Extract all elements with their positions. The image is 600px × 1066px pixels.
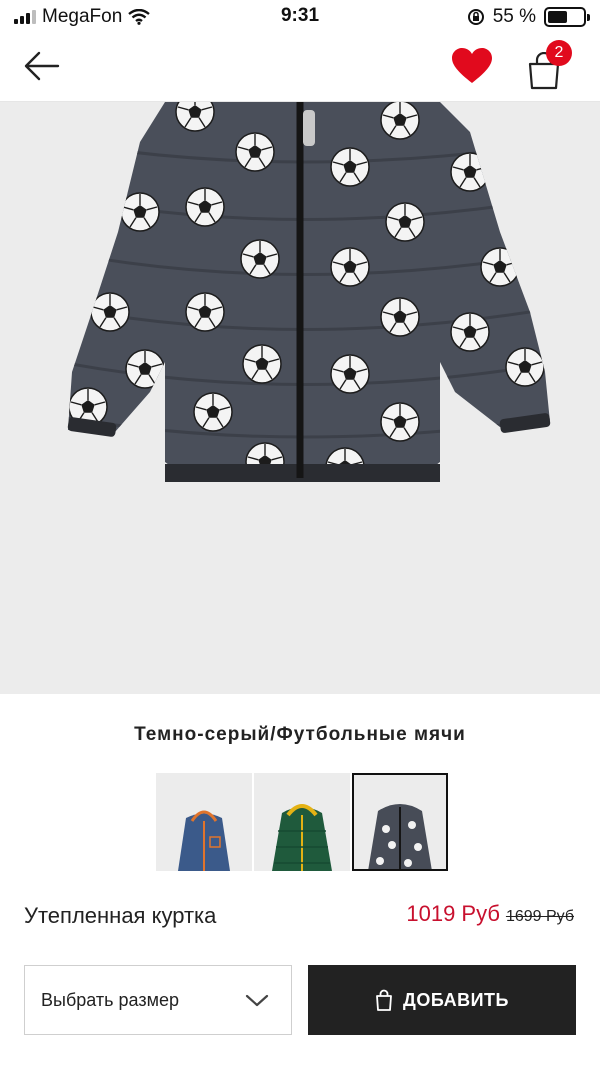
swatch-darkgrey-jacket <box>352 773 448 871</box>
arrow-left-icon <box>24 51 60 81</box>
swatch-green[interactable] <box>254 773 350 871</box>
swatch-green-jacket <box>254 773 350 871</box>
color-name: Темно-серый/Футбольные мячи <box>134 724 466 745</box>
size-select-label: Выбрать размер <box>41 990 179 1010</box>
nav-bar: 2 <box>0 36 600 102</box>
chevron-down-icon <box>245 994 269 1007</box>
old-price: 1699 Руб <box>505 908 574 925</box>
heart-icon <box>452 48 492 83</box>
back-button[interactable] <box>22 46 62 86</box>
current-price: 1019 Руб <box>406 901 500 926</box>
color-swatches <box>156 773 448 871</box>
status-bar: MegaFon 9:31 55 % <box>0 0 600 36</box>
size-select[interactable]: Выбрать размер <box>24 965 292 1035</box>
swatch-darkgrey[interactable] <box>352 773 448 871</box>
add-to-bag-label: ДОБАВИТЬ <box>403 989 509 1010</box>
battery-percent: 55 % <box>492 6 536 27</box>
rotation-lock-icon <box>467 9 484 25</box>
battery-group: 55 % <box>467 6 590 28</box>
battery-icon <box>544 7 590 27</box>
favorite-button[interactable] <box>450 46 494 86</box>
shopping-bag-button[interactable]: 2 <box>524 40 572 92</box>
bag-count-badge: 2 <box>546 40 572 66</box>
product-name: Утепленная куртка <box>24 903 217 928</box>
add-to-bag-button[interactable]: ДОБАВИТЬ <box>308 965 576 1035</box>
product-image[interactable] <box>0 102 600 694</box>
swatch-navy-jacket <box>156 773 252 871</box>
swatch-navy[interactable] <box>156 773 252 871</box>
jacket-illustration <box>0 102 600 694</box>
price-group: 1019 Руб 1699 Руб <box>406 901 574 927</box>
purchase-panel: Утепленная куртка 1019 Руб 1699 Руб Выбр… <box>0 871 600 1066</box>
shopping-bag-icon <box>376 989 392 1011</box>
